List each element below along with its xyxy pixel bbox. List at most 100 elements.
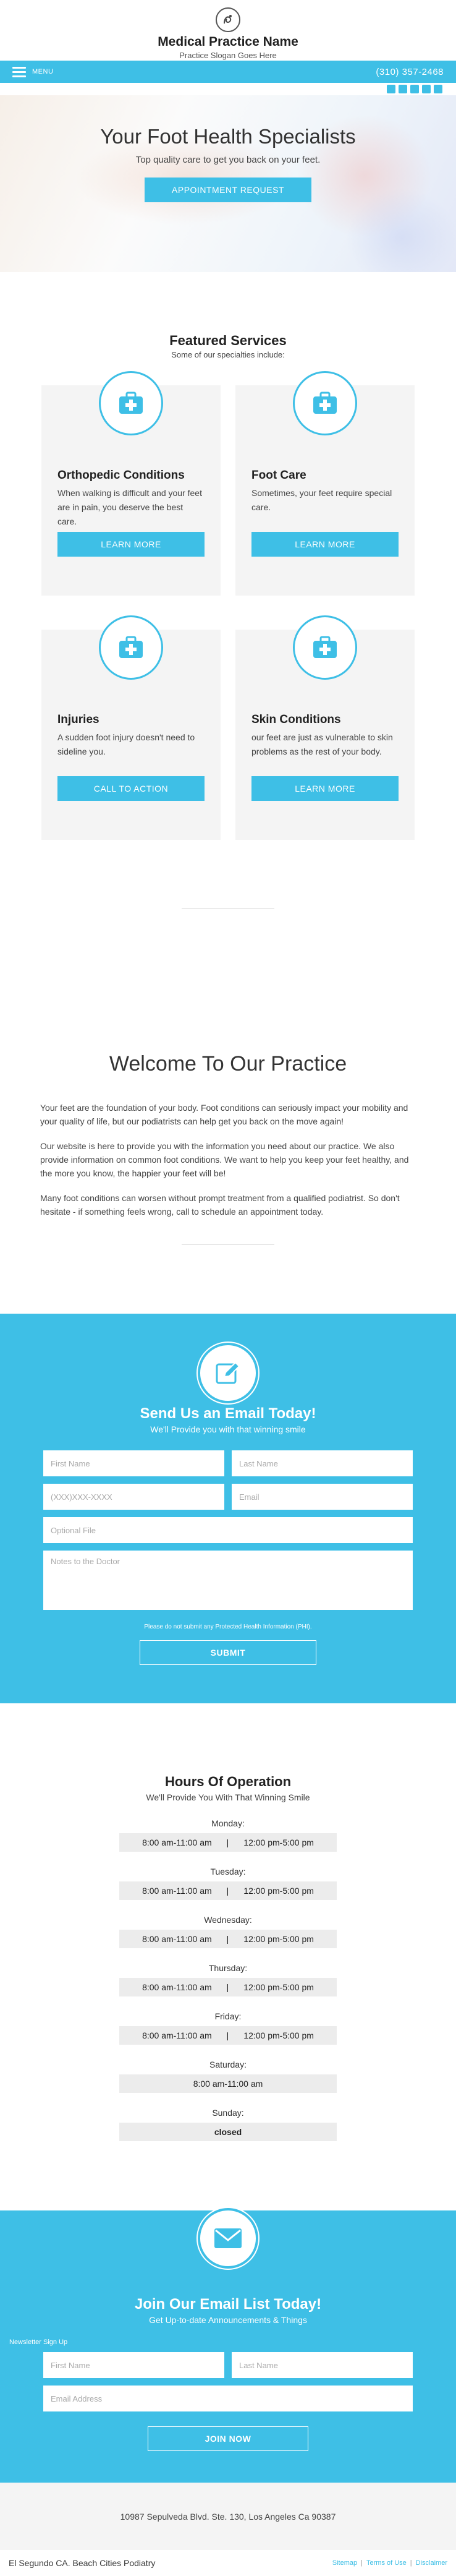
- phi-notice: Please do not submit any Protected Healt…: [144, 1624, 312, 1630]
- logo-icon[interactable]: [216, 7, 240, 32]
- day-times: 8:00 am-11:00 am | 12:00 pm-5:00 pm: [119, 2026, 337, 2045]
- day-name: Thursday:: [208, 1963, 248, 1973]
- link-separator: |: [361, 2559, 363, 2567]
- day-times: closed: [119, 2123, 337, 2141]
- twitter-icon[interactable]: [399, 85, 407, 93]
- service-text: Sometimes, your feet require special car…: [251, 488, 392, 512]
- email-form-subtitle: We'll Provide you with that winning smil…: [150, 1424, 306, 1434]
- afternoon-hours: 12:00 pm-5:00 pm: [243, 1886, 314, 1896]
- pinterest-icon[interactable]: [434, 85, 442, 93]
- learn-more-button[interactable]: LEARN MORE: [251, 776, 399, 801]
- morning-hours: 8:00 am-11:00 am: [142, 2030, 212, 2040]
- email-form-title: Send Us an Email Today!: [140, 1405, 316, 1422]
- pencil-square-icon: [198, 1343, 258, 1403]
- instagram-icon[interactable]: [422, 85, 431, 93]
- hamburger-icon: [12, 66, 26, 77]
- day-name: Monday:: [211, 1818, 245, 1828]
- first-aid-kit-icon: [293, 371, 357, 435]
- service-text: A sudden foot injury doesn't need to sid…: [57, 732, 195, 756]
- welcome-paragraph: Your feet are the foundation of your bod…: [40, 1103, 408, 1126]
- site-slogan: Practice Slogan Goes Here: [179, 51, 277, 60]
- welcome-paragraph: Many foot conditions can worsen without …: [40, 1193, 400, 1217]
- optional-file-field[interactable]: [43, 1517, 413, 1543]
- welcome-paragraph: Our website is here to provide you with …: [40, 1141, 409, 1178]
- hours-section: Hours Of Operation We'll Provide You Wit…: [0, 1703, 456, 2210]
- first-name-field[interactable]: [43, 1450, 224, 1476]
- closed-label: closed: [214, 2127, 242, 2137]
- afternoon-hours: 12:00 pm-5:00 pm: [243, 1982, 314, 1992]
- morning-hours: 8:00 am-11:00 am: [142, 1886, 212, 1896]
- footer-links: Sitemap | Terms of Use | Disclaimer: [332, 2559, 447, 2567]
- services-subtitle: Some of our specialties include:: [171, 350, 285, 359]
- submit-button[interactable]: SUBMIT: [140, 1640, 316, 1665]
- hero-title: Your Foot Health Specialists: [100, 125, 356, 148]
- bottom-bar: El Segundo CA. Beach Cities Podiatry Sit…: [0, 2550, 456, 2576]
- day-name: Sunday:: [212, 2108, 244, 2118]
- email-field[interactable]: [232, 1484, 413, 1510]
- phone-field[interactable]: [43, 1484, 224, 1510]
- day-times: 8:00 am-11:00 am | 12:00 pm-5:00 pm: [119, 1833, 337, 1852]
- newsletter-label: Newsletter Sign Up: [9, 2339, 68, 2346]
- newsletter-email-field[interactable]: [43, 2386, 413, 2411]
- day-name: Friday:: [214, 2011, 242, 2021]
- site-header: Medical Practice Name Practice Slogan Go…: [0, 0, 456, 61]
- envelope-icon: [198, 2208, 258, 2269]
- hero-subtitle: Top quality care to get you back on your…: [135, 155, 321, 165]
- day-name: Wednesday:: [204, 1915, 252, 1925]
- email-form-section: Send Us an Email Today! We'll Provide yo…: [0, 1314, 456, 1703]
- facebook-icon[interactable]: [387, 85, 395, 93]
- site-title[interactable]: Medical Practice Name: [158, 35, 298, 49]
- day-times: 8:00 am-11:00 am: [119, 2074, 337, 2093]
- welcome-title: Welcome To Our Practice: [109, 1052, 347, 1076]
- service-card-orthopedic: Orthopedic Conditions When walking is di…: [41, 371, 221, 596]
- newsletter-subtitle: Get Up-to-date Announcements & Things: [149, 2315, 307, 2325]
- notes-field[interactable]: [43, 1551, 413, 1610]
- join-now-button[interactable]: JOIN NOW: [148, 2426, 308, 2451]
- youtube-icon[interactable]: [410, 85, 419, 93]
- day-name: Saturday:: [209, 2060, 247, 2069]
- hours-title: Hours Of Operation: [164, 1774, 292, 1789]
- welcome-body: Your feet are the foundation of your bod…: [40, 1101, 416, 1218]
- address-bar: 10987 Sepulveda Blvd. Ste. 130, Los Ange…: [0, 2483, 456, 2550]
- service-text: When walking is difficult and your feet …: [57, 488, 202, 526]
- newsletter-last-name-field[interactable]: [232, 2352, 413, 2378]
- day-row: Tuesday: 8:00 am-11:00 am | 12:00 pm-5:00 …: [0, 1867, 456, 1900]
- phone-link[interactable]: (310) 357-2468: [376, 67, 444, 77]
- link-separator: |: [410, 2559, 412, 2567]
- newsletter-form: [43, 2352, 413, 2411]
- menu-label: MENU: [32, 68, 54, 75]
- morning-hours: 8:00 am-11:00 am: [142, 1838, 212, 1847]
- last-name-field[interactable]: [232, 1450, 413, 1476]
- first-aid-kit-icon: [99, 371, 163, 435]
- service-card-skin-conditions: Skin Conditions our feet are just as vul…: [235, 615, 415, 840]
- practice-address: 10987 Sepulveda Blvd. Ste. 130, Los Ange…: [120, 2511, 336, 2522]
- day-row: Friday: 8:00 am-11:00 am | 12:00 pm-5:00 p…: [0, 2011, 456, 2045]
- learn-more-button[interactable]: LEARN MORE: [251, 532, 399, 557]
- service-card-foot-care: Foot Care Sometimes, your feet require s…: [235, 371, 415, 596]
- appointment-request-button[interactable]: APPOINTMENT REQUEST: [145, 178, 311, 202]
- welcome-section: Welcome To Our Practice Your feet are th…: [0, 1016, 456, 1314]
- first-aid-kit-icon: [99, 615, 163, 680]
- service-text: our feet are just as vulnerable to skin …: [251, 732, 393, 756]
- day-row: Thursday: 8:00 am-11:00 am | 12:00 pm-5:00…: [0, 1963, 456, 1996]
- featured-services-section: Featured Services Some of our specialtie…: [0, 272, 456, 1016]
- learn-more-button[interactable]: LEARN MORE: [57, 532, 205, 557]
- morning-hours: 8:00 am-11:00 am: [142, 1934, 212, 1944]
- newsletter-first-name-field[interactable]: [43, 2352, 224, 2378]
- services-grid: Orthopedic Conditions When walking is di…: [0, 371, 456, 840]
- menu-button[interactable]: MENU: [12, 66, 54, 77]
- service-cities: El Segundo CA. Beach Cities Podiatry: [9, 2558, 156, 2568]
- terms-of-use-link[interactable]: Terms of Use: [366, 2559, 407, 2567]
- day-times: 8:00 am-11:00 am | 12:00 pm-5:00 pm: [119, 1930, 337, 1948]
- sitemap-link[interactable]: Sitemap: [332, 2559, 357, 2567]
- social-links: [0, 83, 456, 95]
- afternoon-hours: 12:00 pm-5:00 pm: [243, 1838, 314, 1847]
- section-divider: [182, 908, 274, 909]
- day-row: Wednesday: 8:00 am-11:00 am | 12:00 pm-5:0…: [0, 1915, 456, 1948]
- hours-subtitle: We'll Provide You With That Winning Smil…: [146, 1792, 310, 1802]
- saturday-hours: 8:00 am-11:00 am: [193, 2079, 263, 2089]
- disclaimer-link[interactable]: Disclaimer: [416, 2559, 447, 2567]
- call-to-action-button[interactable]: CALL TO ACTION: [57, 776, 205, 801]
- email-form: [43, 1450, 413, 1610]
- day-row: Saturday: 8:00 am-11:00 am: [0, 2060, 456, 2093]
